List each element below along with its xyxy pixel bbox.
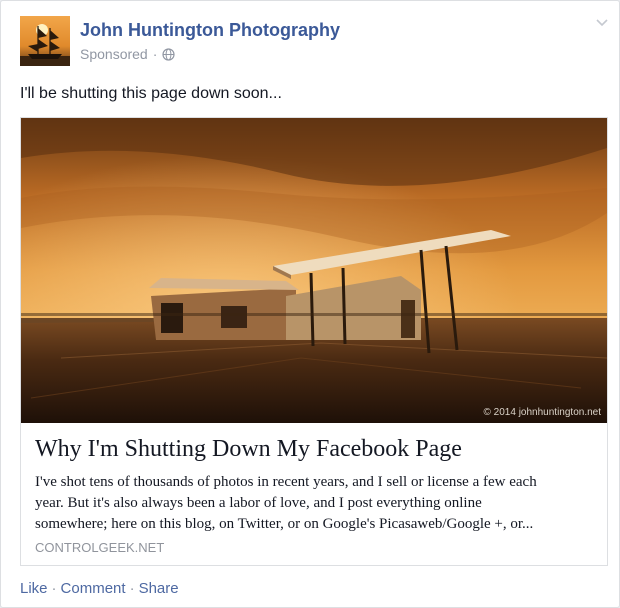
sponsored-label[interactable]: Sponsored — [80, 46, 148, 62]
comment-link[interactable]: Comment — [61, 580, 126, 597]
sponsored-post: John Huntington Photography Sponsored · … — [0, 0, 620, 608]
link-preview-card[interactable]: © 2014 johnhuntington.net Why I'm Shutti… — [20, 117, 608, 566]
meta-separator: · — [152, 46, 158, 62]
chevron-down-icon[interactable] — [595, 15, 609, 29]
link-preview-image[interactable]: © 2014 johnhuntington.net — [21, 118, 607, 423]
sailing-ship-sunset-icon — [20, 16, 70, 66]
post-actions: Like · Comment · Share — [20, 580, 179, 597]
page-avatar[interactable] — [20, 16, 70, 66]
description-line: year. But it's also always been a labor … — [35, 495, 482, 511]
post-message: I'll be shutting this page down soon... — [20, 85, 282, 102]
share-link[interactable]: Share — [139, 580, 179, 597]
link-domain: CONTROLGEEK.NET — [35, 540, 165, 555]
description-line: somewhere; here on this blog, on Twitter… — [35, 516, 534, 532]
image-watermark: © 2014 johnhuntington.net — [483, 407, 601, 418]
link-title[interactable]: Why I'm Shutting Down My Facebook Page — [35, 436, 462, 463]
page-name-link[interactable]: John Huntington Photography — [80, 20, 340, 41]
post-meta: Sponsored · — [80, 46, 175, 62]
link-description: I've shot tens of thousands of photos in… — [35, 472, 601, 535]
action-separator: · — [129, 580, 135, 597]
description-line: I've shot tens of thousands of photos in… — [35, 474, 537, 490]
action-separator: · — [51, 580, 57, 597]
globe-icon — [162, 47, 175, 61]
like-link[interactable]: Like — [20, 580, 48, 597]
